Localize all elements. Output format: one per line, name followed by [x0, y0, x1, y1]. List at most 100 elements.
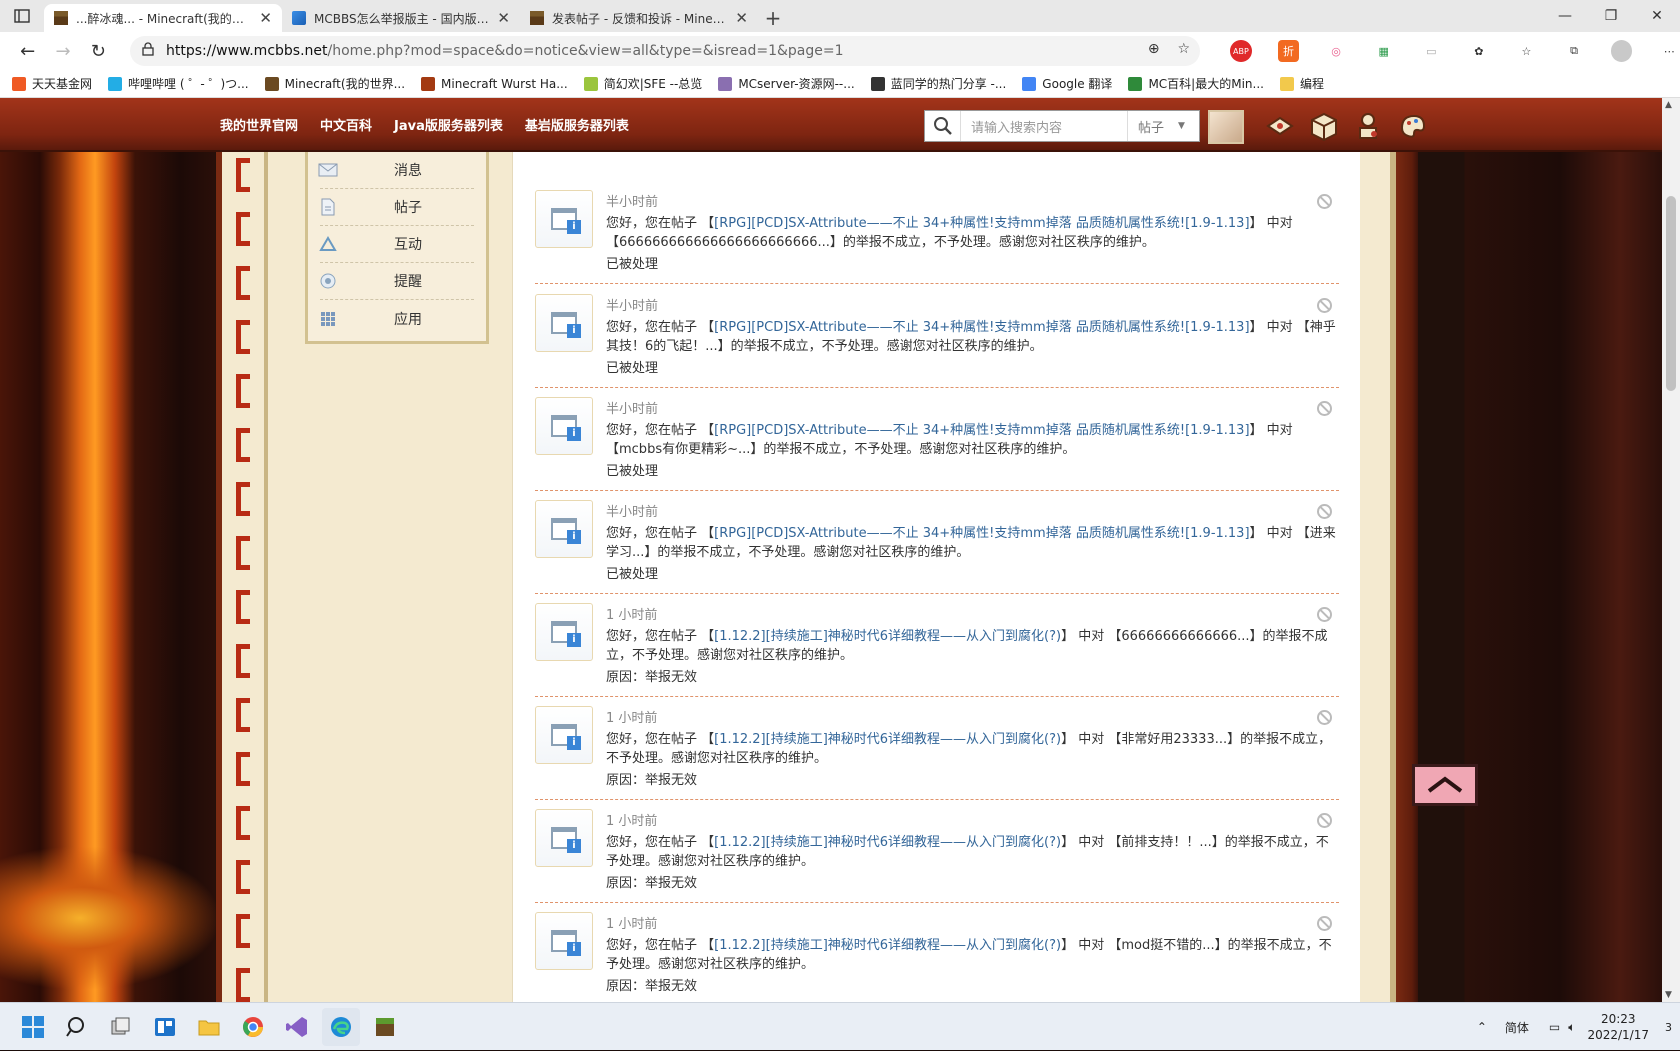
visual-studio-icon[interactable]: [278, 1008, 316, 1046]
browser-tab[interactable]: 发表帖子 - 反馈和投诉 - Minecra ✕: [520, 4, 758, 32]
search-icon[interactable]: [58, 1008, 96, 1046]
nav-link-official[interactable]: 我的世界官网: [220, 115, 298, 134]
back-icon[interactable]: ←: [10, 33, 45, 69]
bookmark-item[interactable]: Google 翻译: [1022, 75, 1112, 92]
ime-indicator[interactable]: 简体: [1505, 1019, 1529, 1036]
zoom-icon[interactable]: ⊕: [1148, 41, 1160, 57]
avatar[interactable]: [1208, 110, 1244, 144]
minecraft-icon[interactable]: [366, 1008, 404, 1046]
thread-link[interactable]: [1.12.2][持续施工]神秘时代6详细教程——从入门到腐化(?): [714, 938, 1061, 953]
thread-link[interactable]: [RPG][PCD]SX-Attribute——不止 34+种属性!支持mm掉落…: [714, 526, 1249, 541]
bilibili-icon: [108, 76, 123, 91]
tab-title: ...醉冰魂... - Minecraft(我的世界: [76, 11, 252, 26]
favorites-icon[interactable]: ☆: [1516, 40, 1538, 62]
notification-count[interactable]: 3: [1665, 1021, 1672, 1034]
delete-icon[interactable]: [1317, 504, 1332, 519]
url-field[interactable]: https://www.mcbbs.net/home.php?mod=space…: [129, 36, 1201, 66]
bookmark-item[interactable]: Minecraft(我的世界...: [264, 75, 405, 92]
bing-icon: [292, 11, 306, 25]
search-type-select[interactable]: 帖子 ▼: [1127, 111, 1199, 141]
scroll-down-icon[interactable]: ▼: [1665, 990, 1672, 1000]
scroll-up-icon[interactable]: ▲: [1665, 100, 1672, 110]
user-icon[interactable]: [1352, 110, 1384, 142]
delete-icon[interactable]: [1317, 916, 1332, 931]
bookmark-item[interactable]: MCserver-资源网--...: [718, 75, 855, 92]
close-tab-icon[interactable]: ✕: [735, 9, 748, 27]
close-tab-icon[interactable]: ✕: [497, 9, 510, 27]
chrome-icon[interactable]: [234, 1008, 272, 1046]
more-menu-icon[interactable]: ⋯: [1658, 40, 1680, 62]
network-icon[interactable]: ▭: [1549, 1020, 1560, 1034]
favorite-star-icon[interactable]: ☆: [1178, 41, 1191, 57]
palette-icon[interactable]: [1396, 110, 1428, 142]
notice-item: i 半小时前 您好，您在帖子 【[RPG][PCD]SX-Attribute——…: [535, 387, 1339, 491]
sidebar-item-messages[interactable]: 消息: [318, 152, 474, 189]
discount-extension-icon[interactable]: 折: [1277, 40, 1300, 62]
thread-link[interactable]: [RPG][PCD]SX-Attribute——不止 34+种属性!支持mm掉落…: [714, 320, 1249, 335]
thread-link[interactable]: [RPG][PCD]SX-Attribute——不止 34+种属性!支持mm掉落…: [714, 216, 1249, 231]
edge-icon[interactable]: [322, 1007, 360, 1046]
thread-link[interactable]: [1.12.2][持续施工]神秘时代6详细教程——从入门到腐化(?): [714, 835, 1061, 850]
search-input[interactable]: 请输入搜索内容: [961, 117, 1127, 136]
thread-link[interactable]: [RPG][PCD]SX-Attribute——不止 34+种属性!支持mm掉落…: [714, 423, 1249, 438]
reload-icon[interactable]: ↻: [81, 33, 116, 69]
bookmark-item[interactable]: 哔哩哔哩 ( ゜- ゜)つ...: [108, 75, 249, 92]
sidebar-item-apps[interactable]: 应用: [320, 300, 474, 337]
close-window-icon[interactable]: ✕: [1634, 0, 1680, 32]
delete-icon[interactable]: [1317, 607, 1332, 622]
new-tab-icon[interactable]: +: [758, 4, 788, 32]
lock-icon[interactable]: [142, 42, 154, 60]
tab-actions-icon[interactable]: [0, 0, 44, 32]
sidebar-item-interaction[interactable]: 互动: [319, 226, 474, 263]
cat-extension-icon[interactable]: ◎: [1325, 40, 1347, 62]
chevron-up-icon[interactable]: ⌃: [1477, 1020, 1487, 1034]
bookmark-item[interactable]: Minecraft Wurst Ha...: [421, 76, 568, 91]
crafting-icon[interactable]: [1308, 110, 1340, 142]
bookmark-item[interactable]: 简幻欢|SFE --总览: [583, 75, 702, 92]
widgets-icon[interactable]: [146, 1008, 184, 1046]
task-view-icon[interactable]: [102, 1008, 140, 1046]
back-to-top-flag-icon[interactable]: [1412, 764, 1478, 806]
close-tab-icon[interactable]: ✕: [259, 9, 272, 27]
bookmark-item[interactable]: 天天基金网: [12, 75, 92, 92]
volume-icon[interactable]: 🔈︎: [1568, 1020, 1575, 1035]
delete-icon[interactable]: [1317, 710, 1332, 725]
profile-icon[interactable]: [1610, 40, 1633, 62]
search-icon[interactable]: [925, 111, 961, 141]
collections-icon[interactable]: ⧉: [1563, 40, 1585, 62]
sidebar-item-posts[interactable]: 帖子: [320, 189, 474, 226]
bookmark-folder[interactable]: 编程: [1279, 75, 1324, 92]
restore-icon[interactable]: ❐: [1588, 0, 1634, 32]
windows-start-icon[interactable]: [14, 1008, 52, 1046]
site-top-nav: 我的世界官网 中文百科 Java版服务器列表 基岩版服务器列表 请输入搜索内容 …: [0, 98, 1680, 152]
nav-link-wiki[interactable]: 中文百科: [320, 115, 372, 134]
page-scrollbar[interactable]: ▲ ▼: [1662, 98, 1680, 1002]
delete-icon[interactable]: [1317, 401, 1332, 416]
adblock-plus-icon[interactable]: ABP: [1230, 40, 1252, 62]
extensions-icon[interactable]: ✿: [1468, 40, 1490, 62]
browser-tab-active[interactable]: ...醉冰魂... - Minecraft(我的世界 ✕: [44, 4, 282, 32]
bookmark-item[interactable]: MC百科|最大的Min...: [1128, 75, 1264, 92]
delete-icon[interactable]: [1317, 194, 1332, 209]
nav-link-java-servers[interactable]: Java版服务器列表: [394, 115, 503, 134]
thread-link[interactable]: [1.12.2][持续施工]神秘时代6详细教程——从入门到腐化(?): [714, 629, 1061, 644]
browser-tab[interactable]: MCBBS怎么举报版主 - 国内版 Bi ✕: [282, 4, 520, 32]
forward-icon[interactable]: →: [45, 33, 80, 69]
sidebar-item-reminders[interactable]: 提醒: [320, 263, 474, 300]
delete-icon[interactable]: [1317, 298, 1332, 313]
mcserver-icon: [718, 76, 733, 91]
notice-body: 您好，您在帖子 【[1.12.2][持续施工]神秘时代6详细教程——从入门到腐化…: [606, 833, 1336, 871]
scrollbar-thumb[interactable]: [1666, 196, 1676, 391]
notice-icon: i: [535, 706, 593, 764]
translate-extension-icon[interactable]: ▦: [1373, 40, 1395, 62]
clock[interactable]: 20:23 2022/1/17: [1587, 1011, 1649, 1043]
minimize-icon[interactable]: —: [1542, 0, 1588, 32]
message-icon[interactable]: [1264, 110, 1296, 142]
delete-icon[interactable]: [1317, 813, 1332, 828]
file-explorer-icon[interactable]: [190, 1008, 228, 1046]
thread-link[interactable]: [1.12.2][持续施工]神秘时代6详细教程——从入门到腐化(?): [714, 732, 1061, 747]
bookmark-item[interactable]: 蓝同学的热门分享 -...: [870, 75, 1006, 92]
nav-link-bedrock-servers[interactable]: 基岩版服务器列表: [525, 115, 629, 134]
cast-extension-icon[interactable]: ▭: [1420, 40, 1442, 62]
site-search: 请输入搜索内容 帖子 ▼: [924, 110, 1200, 142]
